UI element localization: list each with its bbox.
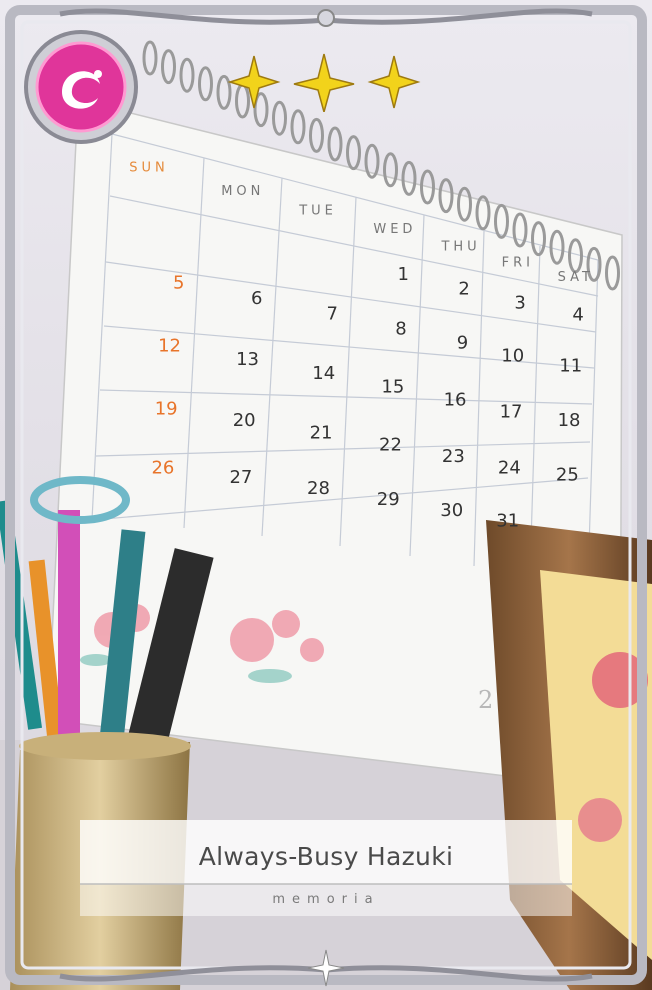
calendar-date-number: 7 [326,304,337,325]
calendar-date-number: 9 [457,332,468,353]
calendar-weekday-label: THU [440,240,480,255]
calendar-date-number: 10 [501,345,524,366]
calendar-weekday-label: FRI [502,255,534,270]
calendar-date-number: 8 [395,319,406,340]
calendar-date-number: 26 [151,458,174,479]
calendar-weekday-label: TUE [298,203,337,218]
calendar-date-number: 12 [158,336,181,357]
calendar-date-number: 3 [514,293,525,314]
calendar-date-number: 18 [558,410,581,431]
calendar-date-number: 11 [559,356,582,377]
calendar-date-number: 15 [381,377,404,398]
calendar-date-number: 20 [233,410,256,431]
card-nameplate: Always-Busy Hazuki memoria [80,820,572,916]
calendar-date-number: 17 [500,402,523,423]
calendar-date-number: 28 [307,478,330,499]
calendar-date-number: 24 [498,458,521,479]
calendar-date-number: 6 [251,288,262,309]
calendar-date-number: 22 [379,435,402,456]
calendar-date-number: 27 [229,467,252,488]
calendar-date-number: 31 [496,510,519,531]
calendar-weekday-label: SAT [558,270,594,285]
star-icon [293,53,355,112]
card-type-label: memoria [272,892,380,907]
sparkle-ornament-icon [307,949,345,987]
calendar-page-number: 2 [478,686,493,714]
calendar-date-number: 21 [310,422,333,443]
calendar-date-number: 13 [236,349,259,370]
calendar-date-number: 4 [572,304,583,325]
memoria-card[interactable]: 2 SUN MON TUE WED THU FRI SAT 1 2 3 4 5 6 7 8 9 10 11 12 13… [0,0,652,990]
calendar-date-number: 16 [444,389,467,410]
calendar-weekday-label: WED [373,222,416,237]
star-icon [227,55,281,109]
calendar-date-number: 2 [458,279,469,300]
calendar-date-number: 1 [397,264,408,285]
calendar-date-number: 19 [155,398,178,419]
calendar-date-number: 5 [173,273,184,294]
star-icon [367,55,421,109]
card-title: Always-Busy Hazuki [198,842,454,871]
rarity-stars [227,53,421,112]
calendar-date-number: 30 [440,500,463,521]
calendar-date-number: 14 [312,363,335,384]
calendar-weekday-label: SUN [129,160,169,175]
calendar-date-number: 23 [442,446,465,467]
calendar-date-number: 25 [556,464,579,485]
calendar-date-number: 29 [377,489,400,510]
calendar-weekday-label: MON [221,184,264,199]
attribute-swirl-icon [24,30,138,144]
